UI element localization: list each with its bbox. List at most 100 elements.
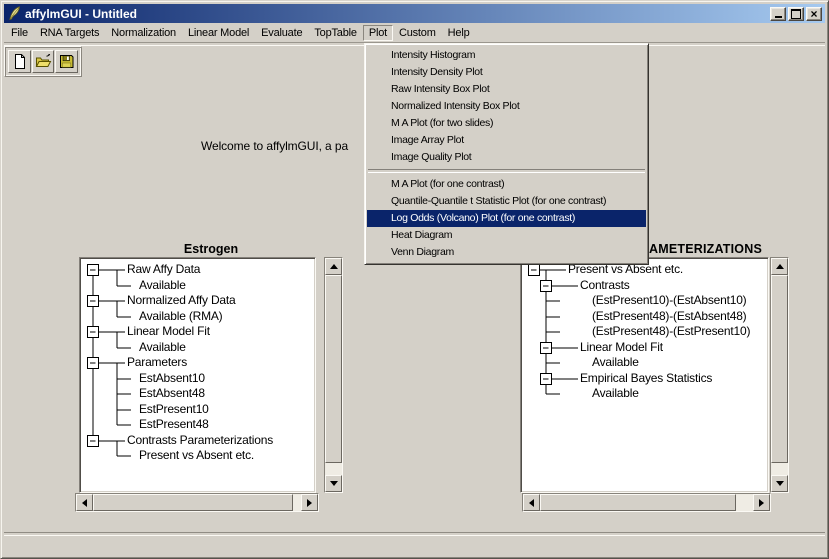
arrow-left-icon: [529, 499, 534, 507]
left-tree-vscroll-trough[interactable]: [325, 463, 342, 475]
plot-menu-item-quantile-quantile-t-statistic-plot-for-o[interactable]: Quantile-Quantile t Statistic Plot (for …: [367, 193, 646, 210]
right-tree-hscroll-trough[interactable]: [736, 494, 753, 511]
tree-node-linear-model-fit[interactable]: Linear Model Fit: [580, 341, 663, 354]
tree-node-present-vs-absent-etc[interactable]: Present vs Absent etc.: [139, 449, 254, 462]
tree-node-available[interactable]: Available: [592, 356, 639, 369]
window-controls: ×: [770, 7, 825, 21]
plot-menu-items: Intensity HistogramIntensity Density Plo…: [367, 47, 646, 261]
plot-menu-item-m-a-plot-for-two-slides[interactable]: M A Plot (for two slides): [367, 115, 646, 132]
right-tree-title: AMETERIZATIONS: [649, 242, 762, 256]
right-tree-scroll-up-button[interactable]: [771, 258, 788, 275]
arrow-down-icon: [776, 481, 784, 486]
menubar-item-toptable[interactable]: TopTable: [308, 25, 362, 41]
menubar-item-evaluate[interactable]: Evaluate: [255, 25, 308, 41]
left-tree-title: Estrogen: [79, 242, 343, 256]
arrow-up-icon: [330, 264, 338, 269]
tree-node-estpresent10-estabsent10[interactable]: (EstPresent10)-(EstAbsent10): [592, 294, 746, 307]
left-tree-canvas[interactable]: Raw Affy Data Available Normalized Affy Da…: [82, 260, 313, 490]
tree-node-estpresent48-estpresent10[interactable]: (EstPresent48)-(EstPresent10): [592, 325, 750, 338]
tree-node-normalized-affy-data[interactable]: Normalized Affy Data: [127, 294, 236, 307]
menubar-item-plot[interactable]: Plot: [363, 25, 393, 41]
left-tree-scroll-down-button[interactable]: [325, 475, 342, 492]
plot-menu: Intensity HistogramIntensity Density Plo…: [364, 43, 649, 265]
plot-menu-item-venn-diagram[interactable]: Venn Diagram: [367, 244, 646, 261]
tree-node-estabsent10[interactable]: EstAbsent10: [139, 372, 205, 385]
left-tree-vertical-scrollbar[interactable]: [324, 257, 343, 493]
right-tree-horizontal-scrollbar[interactable]: [522, 493, 771, 512]
plot-menu-item-intensity-histogram[interactable]: Intensity Histogram: [367, 47, 646, 64]
arrow-down-icon: [330, 481, 338, 486]
left-tree-scroll-up-button[interactable]: [325, 258, 342, 275]
menubar-item-file[interactable]: File: [5, 25, 34, 41]
tree-node-estpresent10[interactable]: EstPresent10: [139, 403, 209, 416]
maximize-button[interactable]: [788, 7, 804, 21]
save-file-button[interactable]: [55, 50, 78, 73]
plot-menu-item-raw-intensity-box-plot[interactable]: Raw Intensity Box Plot: [367, 81, 646, 98]
tree-node-contrasts[interactable]: Contrasts: [580, 279, 630, 292]
menu-separator: [368, 169, 645, 173]
tree-node-estpresent48[interactable]: EstPresent48: [139, 418, 209, 431]
right-tree-scroll-right-button[interactable]: [753, 494, 770, 511]
open-folder-icon: [35, 53, 52, 70]
tree-node-contrasts-parameterizations[interactable]: Contrasts Parameterizations: [127, 434, 273, 447]
tree-node-available[interactable]: Available: [139, 341, 186, 354]
plot-menu-item-normalized-intensity-box-plot[interactable]: Normalized Intensity Box Plot: [367, 98, 646, 115]
arrow-left-icon: [82, 499, 87, 507]
tree-node-raw-affy-data[interactable]: Raw Affy Data: [127, 263, 200, 276]
right-tree-vscroll-trough[interactable]: [771, 463, 788, 475]
arrow-right-icon: [307, 499, 312, 507]
menubar: FileRNA TargetsNormalizationLinear Model…: [4, 24, 825, 42]
right-tree-canvas[interactable]: Present vs Absent etc.Contrasts(EstPrese…: [523, 260, 766, 490]
tree-node-available[interactable]: Available: [592, 387, 639, 400]
welcome-text: Welcome to affylmGUI, a pa: [201, 139, 348, 153]
close-icon: ×: [810, 9, 817, 19]
plot-menu-item-heat-diagram[interactable]: Heat Diagram: [367, 227, 646, 244]
right-tree-scroll-left-button[interactable]: [523, 494, 540, 511]
status-bar: [4, 534, 825, 555]
plot-menu-item-intensity-density-plot[interactable]: Intensity Density Plot: [367, 64, 646, 81]
tree-node-empirical-bayes-statistics[interactable]: Empirical Bayes Statistics: [580, 372, 712, 385]
titlebar[interactable]: affylmGUI - Untitled ×: [4, 4, 825, 23]
right-tree-vertical-scrollbar[interactable]: [770, 257, 789, 493]
arrow-up-icon: [776, 264, 784, 269]
right-tree-hscroll-thumb[interactable]: [540, 494, 736, 511]
left-tree-hscroll-thumb[interactable]: [93, 494, 293, 511]
toolbar: [4, 46, 82, 77]
close-button[interactable]: ×: [806, 7, 822, 21]
maximize-icon: [791, 9, 801, 19]
right-tree-frame: Present vs Absent etc.Contrasts(EstPrese…: [520, 257, 769, 493]
left-tree-hscroll-trough[interactable]: [293, 494, 301, 511]
menubar-item-help[interactable]: Help: [442, 25, 476, 41]
tree-node-estpresent48-estabsent48[interactable]: (EstPresent48)-(EstAbsent48): [592, 310, 746, 323]
plot-menu-item-log-odds-volcano-plot-for-one-contrast[interactable]: Log Odds (Volcano) Plot (for one contras…: [367, 210, 646, 227]
menubar-item-rna-targets[interactable]: RNA Targets: [34, 25, 105, 41]
tree-node-available-rma[interactable]: Available (RMA): [139, 310, 222, 323]
minimize-button[interactable]: [770, 7, 786, 21]
left-tree-horizontal-scrollbar[interactable]: [75, 493, 319, 512]
left-tree-frame: Raw Affy Data Available Normalized Affy Da…: [79, 257, 316, 493]
application-window: affylmGUI - Untitled × FileRNA TargetsNo…: [0, 0, 829, 559]
left-tree-scroll-left-button[interactable]: [76, 494, 93, 511]
left-tree-scroll-right-button[interactable]: [301, 494, 318, 511]
right-tree-vscroll-thumb[interactable]: [771, 275, 788, 463]
left-tree-vscroll-thumb[interactable]: [325, 275, 342, 463]
window-title: affylmGUI - Untitled: [25, 7, 137, 21]
tree-node-available[interactable]: Available: [139, 279, 186, 292]
app-feather-icon: [6, 6, 22, 22]
menubar-item-normalization[interactable]: Normalization: [105, 25, 182, 41]
arrow-right-icon: [759, 499, 764, 507]
minimize-icon: [775, 16, 782, 18]
tree-node-estabsent48[interactable]: EstAbsent48: [139, 387, 205, 400]
menubar-item-linear-model[interactable]: Linear Model: [182, 25, 255, 41]
tree-node-parameters[interactable]: Parameters: [127, 356, 187, 369]
new-file-button[interactable]: [8, 50, 31, 73]
save-floppy-icon: [58, 53, 75, 70]
tree-node-linear-model-fit[interactable]: Linear Model Fit: [127, 325, 210, 338]
open-file-button[interactable]: [32, 50, 55, 73]
plot-menu-item-m-a-plot-for-one-contrast[interactable]: M A Plot (for one contrast): [367, 176, 646, 193]
right-tree-scroll-down-button[interactable]: [771, 475, 788, 492]
plot-menu-item-image-array-plot[interactable]: Image Array Plot: [367, 132, 646, 149]
new-document-icon: [11, 53, 28, 70]
menubar-item-custom[interactable]: Custom: [393, 25, 442, 41]
plot-menu-item-image-quality-plot[interactable]: Image Quality Plot: [367, 149, 646, 166]
